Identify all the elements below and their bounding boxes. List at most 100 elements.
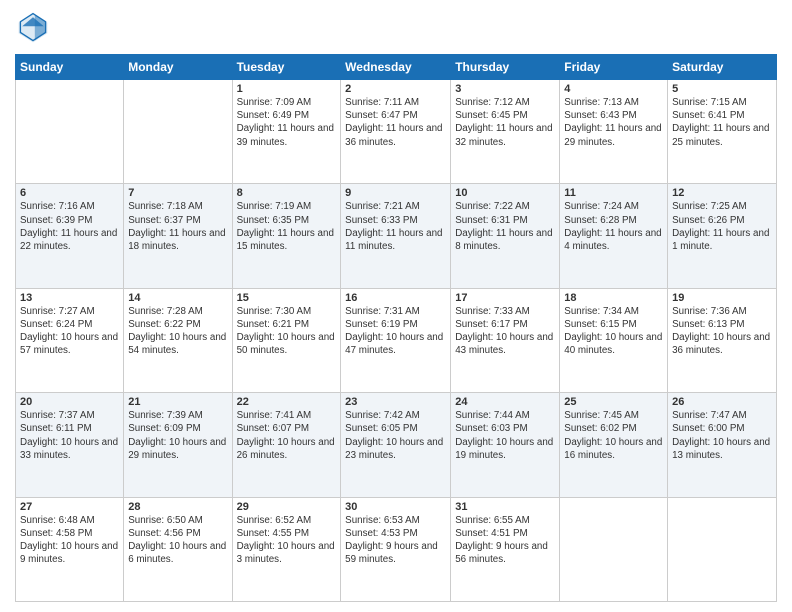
week-row-3: 20Sunrise: 7:37 AM Sunset: 6:11 PM Dayli… — [16, 393, 777, 497]
day-info: Sunrise: 7:34 AM Sunset: 6:15 PM Dayligh… — [564, 305, 663, 358]
day-info: Sunrise: 7:36 AM Sunset: 6:13 PM Dayligh… — [672, 305, 772, 358]
day-number: 8 — [237, 187, 337, 199]
day-number: 1 — [237, 83, 337, 95]
calendar-cell: 23Sunrise: 7:42 AM Sunset: 6:05 PM Dayli… — [341, 393, 451, 497]
calendar-cell: 3Sunrise: 7:12 AM Sunset: 6:45 PM Daylig… — [451, 80, 560, 184]
calendar-cell: 20Sunrise: 7:37 AM Sunset: 6:11 PM Dayli… — [16, 393, 124, 497]
day-info: Sunrise: 7:33 AM Sunset: 6:17 PM Dayligh… — [455, 305, 555, 358]
day-info: Sunrise: 7:22 AM Sunset: 6:31 PM Dayligh… — [455, 200, 555, 253]
calendar-cell: 8Sunrise: 7:19 AM Sunset: 6:35 PM Daylig… — [232, 184, 341, 288]
week-row-2: 13Sunrise: 7:27 AM Sunset: 6:24 PM Dayli… — [16, 288, 777, 392]
calendar-cell: 7Sunrise: 7:18 AM Sunset: 6:37 PM Daylig… — [124, 184, 232, 288]
calendar-cell: 31Sunrise: 6:55 AM Sunset: 4:51 PM Dayli… — [451, 497, 560, 601]
calendar-cell: 24Sunrise: 7:44 AM Sunset: 6:03 PM Dayli… — [451, 393, 560, 497]
day-number: 26 — [672, 396, 772, 408]
calendar-cell: 9Sunrise: 7:21 AM Sunset: 6:33 PM Daylig… — [341, 184, 451, 288]
day-number: 17 — [455, 292, 555, 304]
day-info: Sunrise: 7:15 AM Sunset: 6:41 PM Dayligh… — [672, 96, 772, 149]
day-info: Sunrise: 7:25 AM Sunset: 6:26 PM Dayligh… — [672, 200, 772, 253]
calendar-cell: 4Sunrise: 7:13 AM Sunset: 6:43 PM Daylig… — [560, 80, 668, 184]
col-header-friday: Friday — [560, 55, 668, 80]
day-number: 28 — [128, 501, 227, 513]
day-info: Sunrise: 7:28 AM Sunset: 6:22 PM Dayligh… — [128, 305, 227, 358]
day-number: 22 — [237, 396, 337, 408]
calendar-cell: 26Sunrise: 7:47 AM Sunset: 6:00 PM Dayli… — [668, 393, 777, 497]
calendar-cell: 21Sunrise: 7:39 AM Sunset: 6:09 PM Dayli… — [124, 393, 232, 497]
week-row-0: 1Sunrise: 7:09 AM Sunset: 6:49 PM Daylig… — [16, 80, 777, 184]
day-info: Sunrise: 7:09 AM Sunset: 6:49 PM Dayligh… — [237, 96, 337, 149]
day-number: 20 — [20, 396, 119, 408]
calendar-cell — [124, 80, 232, 184]
day-info: Sunrise: 6:48 AM Sunset: 4:58 PM Dayligh… — [20, 514, 119, 567]
day-number: 14 — [128, 292, 227, 304]
day-number: 21 — [128, 396, 227, 408]
day-info: Sunrise: 7:30 AM Sunset: 6:21 PM Dayligh… — [237, 305, 337, 358]
page: SundayMondayTuesdayWednesdayThursdayFrid… — [0, 0, 792, 612]
col-header-wednesday: Wednesday — [341, 55, 451, 80]
day-number: 3 — [455, 83, 555, 95]
calendar-cell: 15Sunrise: 7:30 AM Sunset: 6:21 PM Dayli… — [232, 288, 341, 392]
day-number: 9 — [345, 187, 446, 199]
day-number: 30 — [345, 501, 446, 513]
logo-icon — [15, 10, 51, 46]
day-number: 13 — [20, 292, 119, 304]
week-row-4: 27Sunrise: 6:48 AM Sunset: 4:58 PM Dayli… — [16, 497, 777, 601]
calendar-cell — [668, 497, 777, 601]
calendar-cell: 29Sunrise: 6:52 AM Sunset: 4:55 PM Dayli… — [232, 497, 341, 601]
week-row-1: 6Sunrise: 7:16 AM Sunset: 6:39 PM Daylig… — [16, 184, 777, 288]
day-number: 15 — [237, 292, 337, 304]
calendar-cell: 5Sunrise: 7:15 AM Sunset: 6:41 PM Daylig… — [668, 80, 777, 184]
calendar-cell: 6Sunrise: 7:16 AM Sunset: 6:39 PM Daylig… — [16, 184, 124, 288]
day-number: 5 — [672, 83, 772, 95]
col-header-tuesday: Tuesday — [232, 55, 341, 80]
day-info: Sunrise: 7:41 AM Sunset: 6:07 PM Dayligh… — [237, 409, 337, 462]
calendar-cell: 12Sunrise: 7:25 AM Sunset: 6:26 PM Dayli… — [668, 184, 777, 288]
col-header-saturday: Saturday — [668, 55, 777, 80]
day-info: Sunrise: 6:55 AM Sunset: 4:51 PM Dayligh… — [455, 514, 555, 567]
header — [15, 10, 777, 46]
day-number: 2 — [345, 83, 446, 95]
calendar-cell: 16Sunrise: 7:31 AM Sunset: 6:19 PM Dayli… — [341, 288, 451, 392]
day-info: Sunrise: 7:13 AM Sunset: 6:43 PM Dayligh… — [564, 96, 663, 149]
day-number: 23 — [345, 396, 446, 408]
logo — [15, 10, 55, 46]
day-info: Sunrise: 7:16 AM Sunset: 6:39 PM Dayligh… — [20, 200, 119, 253]
calendar: SundayMondayTuesdayWednesdayThursdayFrid… — [15, 54, 777, 602]
day-info: Sunrise: 7:24 AM Sunset: 6:28 PM Dayligh… — [564, 200, 663, 253]
day-number: 29 — [237, 501, 337, 513]
day-number: 27 — [20, 501, 119, 513]
day-number: 11 — [564, 187, 663, 199]
day-number: 4 — [564, 83, 663, 95]
day-number: 25 — [564, 396, 663, 408]
calendar-cell — [560, 497, 668, 601]
day-number: 6 — [20, 187, 119, 199]
day-info: Sunrise: 6:52 AM Sunset: 4:55 PM Dayligh… — [237, 514, 337, 567]
day-number: 7 — [128, 187, 227, 199]
calendar-cell: 18Sunrise: 7:34 AM Sunset: 6:15 PM Dayli… — [560, 288, 668, 392]
day-info: Sunrise: 7:11 AM Sunset: 6:47 PM Dayligh… — [345, 96, 446, 149]
day-info: Sunrise: 7:12 AM Sunset: 6:45 PM Dayligh… — [455, 96, 555, 149]
calendar-cell: 2Sunrise: 7:11 AM Sunset: 6:47 PM Daylig… — [341, 80, 451, 184]
day-info: Sunrise: 7:47 AM Sunset: 6:00 PM Dayligh… — [672, 409, 772, 462]
day-info: Sunrise: 7:31 AM Sunset: 6:19 PM Dayligh… — [345, 305, 446, 358]
day-number: 10 — [455, 187, 555, 199]
day-number: 16 — [345, 292, 446, 304]
day-info: Sunrise: 7:37 AM Sunset: 6:11 PM Dayligh… — [20, 409, 119, 462]
day-info: Sunrise: 7:18 AM Sunset: 6:37 PM Dayligh… — [128, 200, 227, 253]
calendar-cell: 14Sunrise: 7:28 AM Sunset: 6:22 PM Dayli… — [124, 288, 232, 392]
day-info: Sunrise: 6:53 AM Sunset: 4:53 PM Dayligh… — [345, 514, 446, 567]
day-number: 19 — [672, 292, 772, 304]
day-info: Sunrise: 6:50 AM Sunset: 4:56 PM Dayligh… — [128, 514, 227, 567]
calendar-cell: 10Sunrise: 7:22 AM Sunset: 6:31 PM Dayli… — [451, 184, 560, 288]
calendar-cell: 30Sunrise: 6:53 AM Sunset: 4:53 PM Dayli… — [341, 497, 451, 601]
calendar-cell: 19Sunrise: 7:36 AM Sunset: 6:13 PM Dayli… — [668, 288, 777, 392]
day-info: Sunrise: 7:44 AM Sunset: 6:03 PM Dayligh… — [455, 409, 555, 462]
day-number: 31 — [455, 501, 555, 513]
day-info: Sunrise: 7:27 AM Sunset: 6:24 PM Dayligh… — [20, 305, 119, 358]
calendar-cell: 13Sunrise: 7:27 AM Sunset: 6:24 PM Dayli… — [16, 288, 124, 392]
col-header-sunday: Sunday — [16, 55, 124, 80]
calendar-cell: 25Sunrise: 7:45 AM Sunset: 6:02 PM Dayli… — [560, 393, 668, 497]
calendar-cell: 17Sunrise: 7:33 AM Sunset: 6:17 PM Dayli… — [451, 288, 560, 392]
day-info: Sunrise: 7:45 AM Sunset: 6:02 PM Dayligh… — [564, 409, 663, 462]
day-info: Sunrise: 7:19 AM Sunset: 6:35 PM Dayligh… — [237, 200, 337, 253]
